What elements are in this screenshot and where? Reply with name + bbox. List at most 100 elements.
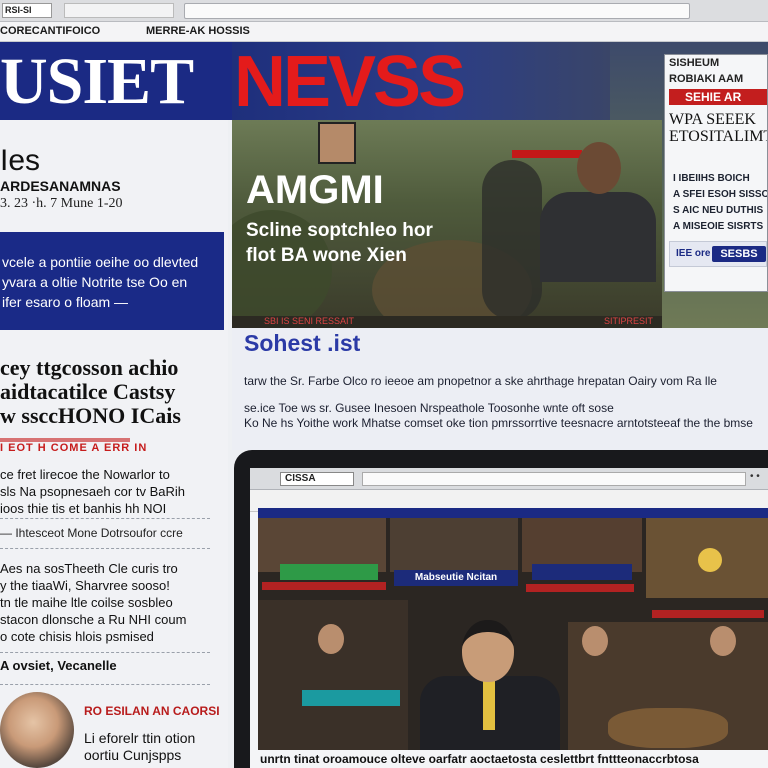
author-avatar[interactable]	[0, 692, 74, 768]
sidebar-headline-line: WPA SEEEK	[669, 111, 756, 128]
address-bar[interactable]	[184, 3, 690, 19]
red-ticker	[652, 610, 764, 618]
tablet-video-grid: Mabseutie Ncitan	[258, 518, 768, 750]
video-banner-2	[532, 564, 632, 580]
divider	[0, 684, 210, 685]
left-date: 3. 23 ·h. 7 Mune 1-20	[0, 196, 123, 211]
byline[interactable]: A ovsiet, Vecanelle	[0, 658, 117, 673]
left-heading: Ies	[0, 144, 41, 177]
author-label: RO ESILAN AN CAORSI	[84, 704, 220, 718]
green-banner	[280, 564, 378, 580]
video-tile[interactable]	[390, 518, 518, 572]
ticker-right: SITIPRESIT	[604, 316, 654, 326]
teal-banner	[302, 690, 400, 706]
divider	[0, 518, 210, 519]
story-headline-line: aidtacatilce Castsy	[0, 379, 176, 404]
sidebar-row-1: SISHEUM	[669, 57, 720, 69]
tablet-address-bar[interactable]	[362, 472, 746, 486]
person-thumb	[710, 626, 736, 656]
paragraph-line: ce fret lirecoe the Nowarlor to	[0, 467, 170, 482]
news-page: RSI-SI CORECANTIFOICO MERRE-AK HOSSIS US…	[0, 0, 768, 768]
person-thumb	[582, 626, 608, 656]
left-subheading: ARDESANAMNAS	[0, 178, 121, 194]
sidebar-headline-line: ETOSITALIMT	[669, 128, 768, 145]
masthead-logo-right[interactable]: NEVSS	[234, 44, 466, 120]
left-note[interactable]: — Ihtesceot Mone Dotrsoufor ccre	[0, 526, 183, 540]
hero-inset-photo	[318, 122, 356, 164]
sidebar-row-2: ROBIAKI AAM	[669, 73, 744, 85]
promo-line: vcele a pontiie oeihe oo dlevted	[2, 254, 199, 270]
tablet-screen[interactable]: CISSA • • Mabseutie Ncitan unrtn tinat o…	[250, 468, 768, 768]
tablet-anchor-photo	[414, 614, 564, 750]
anchor-tie	[483, 680, 495, 730]
author-blurb-line: Li eforelr ttin otion	[84, 730, 196, 746]
tablet-menu-icon[interactable]: • •	[750, 471, 760, 482]
section-line: se.ice Toe ws sr. Gusee Inesoen Nrspeath…	[244, 401, 614, 415]
video-tile[interactable]	[568, 622, 768, 750]
hero-anchor-photo	[532, 130, 656, 282]
hero-subtitle-line: Scline soptchleo hor	[246, 220, 433, 241]
author-blurb-line: oortiu Cunjspps	[84, 747, 182, 763]
left-red-label: I EOT H COME A ERR IN	[0, 442, 148, 454]
masthead-logo-left[interactable]: USIET	[0, 46, 194, 118]
video-tile[interactable]	[646, 518, 768, 598]
hero-video[interactable]: AMGMI Scline soptchleo hor flot BA wone …	[232, 120, 662, 328]
paragraph-line: ioos thie tis et banhis hh NOI	[0, 501, 167, 516]
hero-subtitle: Scline soptchleo hor flot BA wone Xien	[246, 218, 506, 268]
video-banner: Mabseutie Ncitan	[394, 570, 518, 586]
sidebar-list-item[interactable]: S AIC NEU DUTHIS	[673, 203, 767, 219]
promo-line: yvara a oltie Notrite tse Oo en	[2, 274, 188, 290]
section-title[interactable]: Sohest .ist	[244, 330, 360, 357]
left-paragraph-2: Aes na sosTheeth Cle curis tro y the tia…	[0, 560, 225, 645]
nav-link-1[interactable]: CORECANTIFOICO	[0, 25, 100, 37]
sidebar-list-item[interactable]: A SFEI ESOH SISSO	[673, 187, 767, 203]
sidebar-cta-button[interactable]: SESBS	[712, 246, 766, 262]
sidebar-headline[interactable]: WPA SEEEK ETOSITALIMT	[669, 111, 768, 145]
paragraph-line: o cote chisis hlois psmised	[0, 629, 154, 644]
sidebar-list-item[interactable]: A MISEOIE SISRTS	[673, 219, 767, 235]
story-headline-line: w ssccHONO ICais	[0, 403, 181, 428]
person-thumb	[318, 624, 344, 654]
browser-tab-empty[interactable]	[64, 3, 174, 18]
promo-line: ifer esaro o floam —	[2, 294, 129, 310]
sidebar-list-item[interactable]: I IBEIIHS BOICH	[673, 171, 767, 187]
paragraph-line: Aes na sosTheeth Cle curis tro	[0, 561, 178, 576]
tablet-tab[interactable]: CISSA	[280, 472, 354, 486]
browser-tab-bar: RSI-SI	[0, 0, 768, 22]
tablet-browser-bar: CISSA • •	[250, 468, 768, 490]
paragraph-line: y the tiaaWi, Sharvree sooso!	[0, 578, 170, 593]
anchor-body	[540, 192, 656, 282]
paragraph-line: tn tle maihe ltle coilse sosbleo	[0, 595, 173, 610]
ticker-left: SBI IS SENI RESSAIT	[264, 316, 355, 326]
section-line: tarw the Sr. Farbe Olco ro ieeoe am pnop…	[244, 374, 717, 388]
video-tile[interactable]	[258, 600, 408, 750]
nav-link-2[interactable]: MERRE-AK HOSSIS	[146, 25, 250, 37]
section-body: tarw the Sr. Farbe Olco ro ieeoe am pnop…	[244, 374, 768, 431]
paragraph-line: stacon dlonsche a Ru NHI coum	[0, 612, 187, 627]
hero-title: AMGMI	[246, 168, 384, 212]
author-blurb: Li eforelr ttin otion oortiu Cunjspps	[84, 730, 195, 764]
sidebar-cta-label: IEE ore	[676, 248, 711, 259]
left-promo-box[interactable]: vcele a pontiie oeihe oo dlevted yvara a…	[0, 232, 224, 330]
tablet-blue-bar	[258, 508, 768, 518]
tablet-caption: unrtn tinat oroamouce olteve oarfatr aoc…	[260, 752, 699, 766]
sidebar-cta: IEE ore SESBS	[669, 241, 767, 267]
sidebar-red-banner: SEHIE AR	[669, 89, 767, 105]
hero-subtitle-line: flot BA wone Xien	[246, 245, 407, 266]
browser-tab[interactable]: RSI-SI	[2, 3, 52, 18]
tablet-caption-bar: unrtn tinat oroamouce olteve oarfatr aoc…	[258, 750, 768, 768]
divider	[0, 548, 210, 549]
sidebar-list: I IBEIIHS BOICH A SFEI ESOH SISSO S AIC …	[673, 171, 767, 235]
hero-ticker: SBI IS SENI RESSAIT SITIPRESIT	[232, 316, 662, 328]
sidebar-card[interactable]: SISHEUM ROBIAKI AAM SEHIE AR WPA SEEEK E…	[664, 54, 768, 292]
site-nav: CORECANTIFOICO MERRE-AK HOSSIS	[0, 22, 768, 42]
story-headline-line: cey ttgcosson achio	[0, 355, 179, 380]
masthead-left: USIET	[0, 42, 232, 120]
paragraph-line: sls Na psopnesaeh cor tv BaRih	[0, 484, 185, 499]
masthead-right: NEVSS	[232, 42, 610, 120]
anchor-head	[577, 142, 621, 194]
red-ticker	[526, 584, 634, 592]
anchor-head	[462, 620, 514, 682]
left-story-headline[interactable]: cey ttgcosson achio aidtacatilce Castsy …	[0, 356, 228, 428]
section-line: Ko Ne hs Yoithe work Mhatse comset oke t…	[244, 416, 753, 430]
